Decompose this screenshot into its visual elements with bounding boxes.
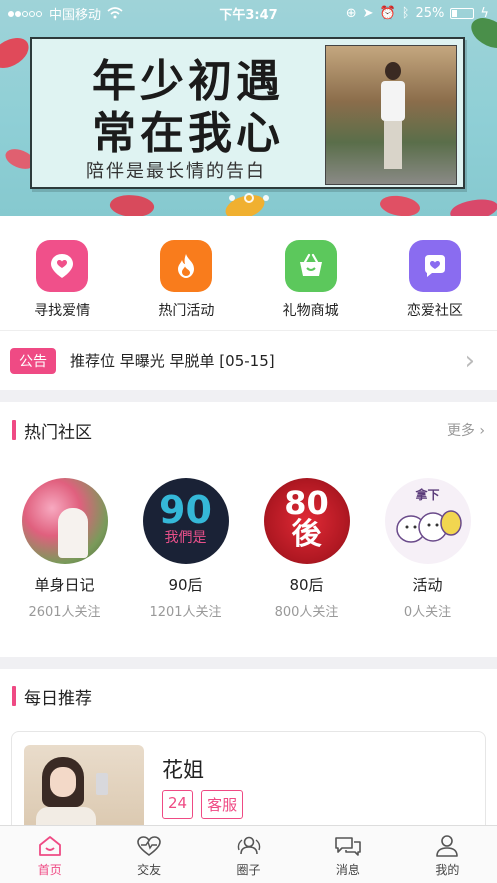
heart-pin-icon — [36, 240, 89, 292]
tab-messages[interactable]: 消息 — [298, 826, 397, 883]
wifi-icon — [107, 7, 123, 19]
community-followers: 800人关注 — [274, 605, 339, 620]
age-tag: 24 — [162, 790, 194, 819]
avatar-badge-text: 80 — [284, 484, 329, 522]
app-screen: 中国移动 下午3:47 ⊕ ➤ ⏰ ᛒ 25% ϟ 年少初遇 常在我心 陪伴是最… — [0, 0, 497, 883]
avatar-badge-sub: 我們是 — [164, 530, 207, 546]
section-divider — [0, 390, 497, 402]
quick-menu: 寻找爱情 热门活动 礼物商城 恋爱社区 — [0, 228, 497, 328]
person-figure — [380, 62, 406, 172]
tab-bar: 首页 交友 圈子 消息 我的 — [0, 825, 497, 883]
community-name: 90后 — [168, 576, 203, 594]
community-avatar — [21, 478, 108, 564]
role-tag: 客服 — [201, 790, 244, 819]
carrier-label: 中国移动 — [49, 7, 102, 23]
signal-icon — [8, 6, 43, 21]
more-link[interactable]: 更多 › — [447, 420, 485, 440]
avatar-badge-sub: 後 — [291, 517, 322, 552]
community-list: 单身日记 2601人关注 90 我們是 90后 1201人关注 80 後 80后… — [0, 478, 497, 628]
avatar-badge-text: 90 — [159, 488, 212, 532]
basket-icon — [284, 240, 337, 292]
user-icon — [436, 835, 459, 857]
banner-subtitle: 陪伴是最长情的告白 — [86, 161, 266, 182]
community-followers: 1201人关注 — [149, 605, 222, 620]
community-item-80s[interactable]: 80 後 80后 800人关注 — [246, 478, 367, 628]
community-followers: 2601人关注 — [28, 605, 101, 620]
heart-bubble-icon — [408, 240, 461, 292]
community-name: 活动 — [412, 576, 443, 594]
tab-friends[interactable]: 交友 — [99, 826, 198, 883]
chevron-right-icon: › — [464, 345, 475, 376]
community-name: 80后 — [289, 576, 324, 594]
hot-community-header: 热门社区 更多 › — [0, 418, 497, 443]
petal-decoration — [0, 33, 34, 73]
location-icon: ➤ — [362, 5, 374, 21]
notice-text: 推荐位 早曝光 早脱单 [05-15] — [70, 352, 275, 370]
section-accent-bar — [12, 420, 16, 440]
alarm-icon: ⏰ — [379, 5, 396, 21]
daily-header: 每日推荐 — [0, 684, 497, 709]
community-name: 单身日记 — [34, 576, 95, 594]
section-title: 每日推荐 — [24, 688, 92, 709]
banner-title-line2: 常在我心 — [92, 108, 284, 159]
tab-home[interactable]: 首页 — [0, 826, 99, 883]
tab-label: 交友 — [137, 863, 162, 877]
quick-item-hot-events[interactable]: 热门活动 — [124, 228, 248, 328]
carousel-dot[interactable] — [228, 195, 235, 201]
home-icon — [38, 836, 61, 856]
tab-circles[interactable]: 圈子 — [199, 826, 298, 883]
community-avatar: 80 後 — [263, 478, 350, 564]
heart-pulse-icon — [137, 836, 161, 856]
chat-bubbles-icon — [335, 837, 361, 856]
carousel-indicator[interactable] — [0, 193, 497, 203]
notice-bar[interactable]: 公告 推荐位 早曝光 早脱单 [05-15] › — [0, 330, 497, 390]
quick-item-label: 寻找爱情 — [34, 303, 91, 319]
community-item-90s[interactable]: 90 我們是 90后 1201人关注 — [125, 478, 246, 628]
cartoon-icon — [395, 509, 462, 543]
quick-item-gift-mall[interactable]: 礼物商城 — [249, 228, 373, 328]
section-title: 热门社区 — [24, 422, 92, 443]
quick-item-label: 热门活动 — [158, 303, 215, 319]
flame-icon — [160, 240, 213, 292]
banner-board: 年少初遇 常在我心 陪伴是最长情的告白 — [30, 37, 465, 189]
lock-rotation-icon: ⊕ — [345, 5, 357, 21]
tab-profile[interactable]: 我的 — [398, 826, 497, 883]
notice-tag: 公告 — [10, 347, 56, 374]
carousel-dot[interactable] — [262, 195, 269, 201]
tab-label: 首页 — [37, 863, 62, 877]
section-accent-bar — [12, 686, 16, 706]
bluetooth-icon: ᛒ — [401, 5, 410, 21]
community-item-events[interactable]: 拿下 活动 0人关注 — [367, 478, 488, 628]
community-item-single-diary[interactable]: 单身日记 2601人关注 — [4, 478, 125, 628]
tab-label: 圈子 — [236, 863, 261, 877]
carousel-dot-current[interactable] — [243, 193, 254, 203]
section-divider — [0, 657, 497, 669]
banner-carousel[interactable]: 中国移动 下午3:47 ⊕ ➤ ⏰ ᛒ 25% ϟ 年少初遇 常在我心 陪伴是最… — [0, 0, 497, 216]
recommend-tags: 24 客服 — [162, 790, 244, 819]
quick-item-label: 恋爱社区 — [406, 303, 463, 319]
circle-people-icon — [237, 836, 260, 855]
battery-icon — [450, 7, 475, 19]
community-avatar: 拿下 — [384, 478, 471, 564]
quick-item-love-community[interactable]: 恋爱社区 — [373, 228, 497, 328]
battery-percent: 25% — [415, 5, 445, 21]
status-bar: 中国移动 下午3:47 ⊕ ➤ ⏰ ᛒ 25% ϟ — [0, 0, 497, 26]
tab-label: 消息 — [335, 863, 360, 877]
charging-icon: ϟ — [480, 5, 489, 21]
recommend-name: 花姐 — [162, 758, 204, 782]
community-followers: 0人关注 — [403, 605, 452, 620]
banner-photo — [325, 45, 457, 185]
quick-item-find-love[interactable]: 寻找爱情 — [0, 228, 124, 328]
avatar-badge-sub: 拿下 — [415, 487, 440, 502]
community-avatar: 90 我們是 — [142, 478, 229, 564]
quick-item-label: 礼物商城 — [282, 303, 339, 319]
tab-label: 我的 — [435, 863, 460, 877]
